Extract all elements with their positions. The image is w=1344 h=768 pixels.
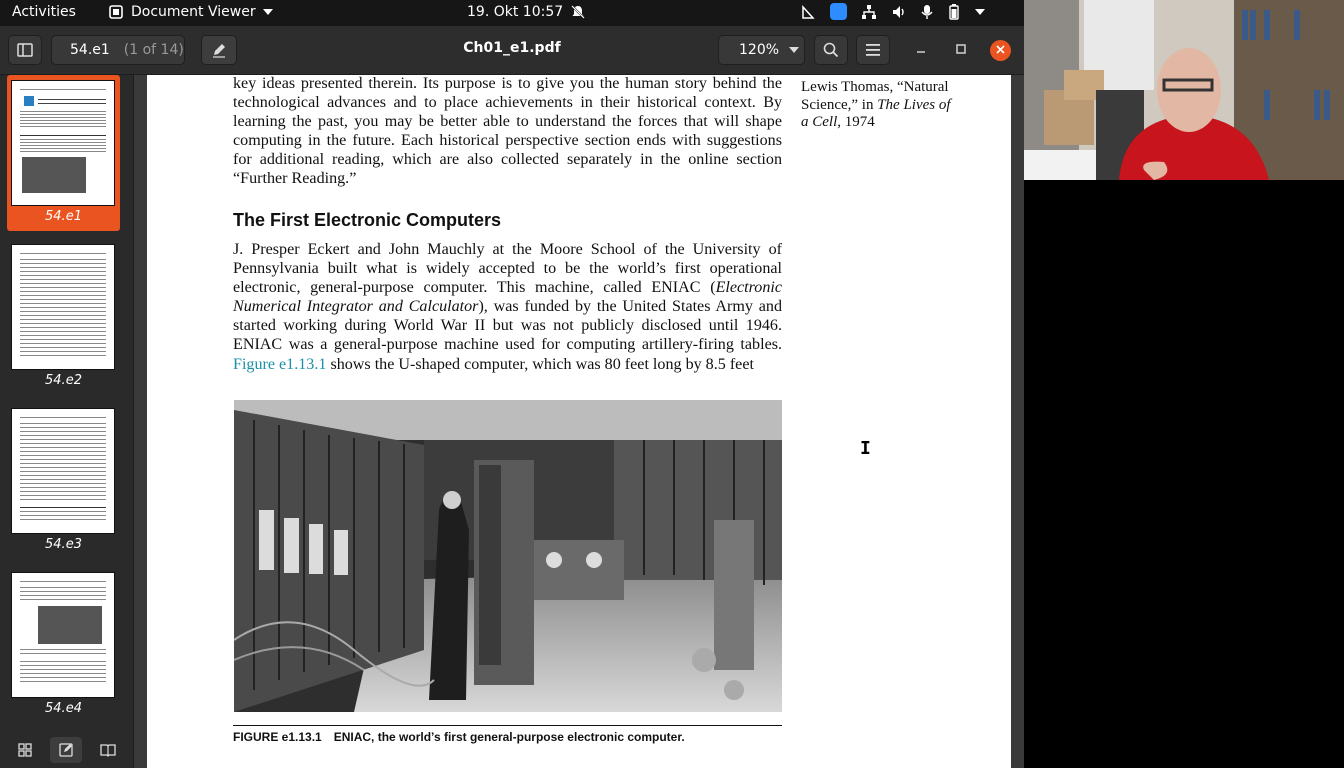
figure-number: FIGURE e1.13.1: [233, 730, 322, 744]
margin-text: , 1974: [837, 114, 875, 130]
thumbnail-label: 54.e4: [45, 701, 82, 716]
annotate-button[interactable]: [201, 35, 237, 65]
thumbnails-view-button[interactable]: [9, 737, 41, 763]
figure-caption-text: ENIAC, the world’s first general-purpose…: [333, 730, 685, 744]
paragraph-text: shows the U-shaped computer, which was 8…: [326, 355, 754, 373]
caption-rule: [233, 725, 782, 726]
search-icon: [823, 42, 839, 58]
thumbnail-label: 54.e1: [45, 209, 82, 224]
document-viewer-icon: [109, 5, 123, 19]
pencil-icon: [213, 44, 225, 58]
search-button[interactable]: [814, 35, 848, 65]
document-view[interactable]: key ideas presented therein. Its purpose…: [134, 75, 1024, 768]
page-count: (1 of 14): [123, 42, 184, 58]
app-menu[interactable]: Document Viewer: [108, 4, 273, 20]
section-heading: The First Electronic Computers: [233, 210, 502, 230]
volume-icon: [893, 5, 904, 18]
zoom-level: 120%: [739, 42, 780, 58]
microphone-icon: [921, 4, 933, 19]
minimize-icon: [917, 51, 925, 53]
thumbnail-page-3[interactable]: 54.e3: [7, 403, 120, 559]
main-menu-button[interactable]: [856, 35, 890, 65]
close-button[interactable]: [990, 40, 1011, 61]
paragraph-text: J. Presper Eckert and John Mauchly at th…: [233, 241, 782, 297]
thumbnail-preview: [12, 573, 114, 697]
thumbnail-page-4[interactable]: 54.e4: [7, 567, 120, 723]
battery-icon: [949, 3, 959, 20]
sidebar-toggle-button[interactable]: [8, 35, 42, 65]
bookmarks-view-button[interactable]: [92, 737, 124, 763]
thumbnail-label: 54.e2: [45, 373, 82, 388]
thumbnail-page-2[interactable]: 54.e2: [7, 239, 120, 395]
header-bar: 54.e1 (1 of 14) Ch01_e1.pdf 120%: [0, 26, 1024, 75]
current-page: 54.e1: [70, 42, 110, 58]
app-name: Document Viewer: [131, 4, 256, 20]
maximize-icon: [956, 44, 966, 54]
edit-note-icon: [59, 743, 73, 757]
thumbnail-label: 54.e3: [45, 537, 82, 552]
maximize-button[interactable]: [950, 39, 972, 61]
notifications-muted-icon: [571, 5, 585, 19]
top-bar: Activities Document Viewer 19. Okt 10:57: [0, 0, 1024, 26]
thumbnail-preview: [12, 81, 114, 205]
network-icon: [862, 4, 876, 19]
sidebar-footer: [0, 731, 133, 768]
clock[interactable]: 19. Okt 10:57: [467, 4, 585, 20]
activities-button[interactable]: Activities: [12, 4, 76, 20]
chevron-down-icon: [789, 47, 800, 53]
page-number-entry[interactable]: 54.e1 (1 of 14): [51, 35, 185, 65]
text-cursor-icon: I: [860, 438, 871, 459]
paragraph-eniac: J. Presper Eckert and John Mauchly at th…: [233, 240, 782, 374]
thumbnail-preview: [12, 245, 114, 369]
paragraph-intro: key ideas presented therein. Its purpose…: [233, 75, 782, 188]
figure-link[interactable]: Figure e1.13.1: [233, 356, 326, 373]
close-icon: [996, 45, 1005, 54]
thumbnail-page-1[interactable]: 54.e1: [7, 75, 120, 231]
thumbnail-sidebar: 54.e1 54.e2 54.e3 54.e4: [0, 75, 134, 768]
system-tray[interactable]: [800, 3, 985, 20]
figure-caption: FIGURE e1.13.1 ENIAC, the world’s first g…: [233, 730, 685, 744]
zoom-select[interactable]: 120%: [718, 35, 805, 65]
zoom-app-icon[interactable]: [830, 3, 847, 20]
annotations-view-button[interactable]: [50, 736, 83, 763]
datetime: 19. Okt 10:57: [467, 4, 564, 20]
webcam-overlay: [1024, 0, 1344, 180]
margin-quote-attribution: Lewis Thomas, “Natural Science,” in The …: [801, 79, 961, 132]
system-menu-chevron-icon[interactable]: [975, 8, 985, 15]
grid-icon: [18, 742, 32, 757]
eniac-photo: [234, 400, 782, 712]
hamburger-icon: [866, 44, 880, 56]
book-icon: [100, 743, 116, 757]
sidebar-icon: [17, 43, 33, 57]
accessibility-icon: [802, 4, 815, 19]
document-viewer-window: 54.e1 (1 of 14) Ch01_e1.pdf 120% 54.e1 5…: [0, 26, 1024, 768]
chevron-down-icon: [262, 9, 273, 15]
minimize-button[interactable]: [910, 39, 932, 61]
thumbnail-preview: [12, 409, 114, 533]
pdf-page: key ideas presented therein. Its purpose…: [147, 75, 1011, 768]
